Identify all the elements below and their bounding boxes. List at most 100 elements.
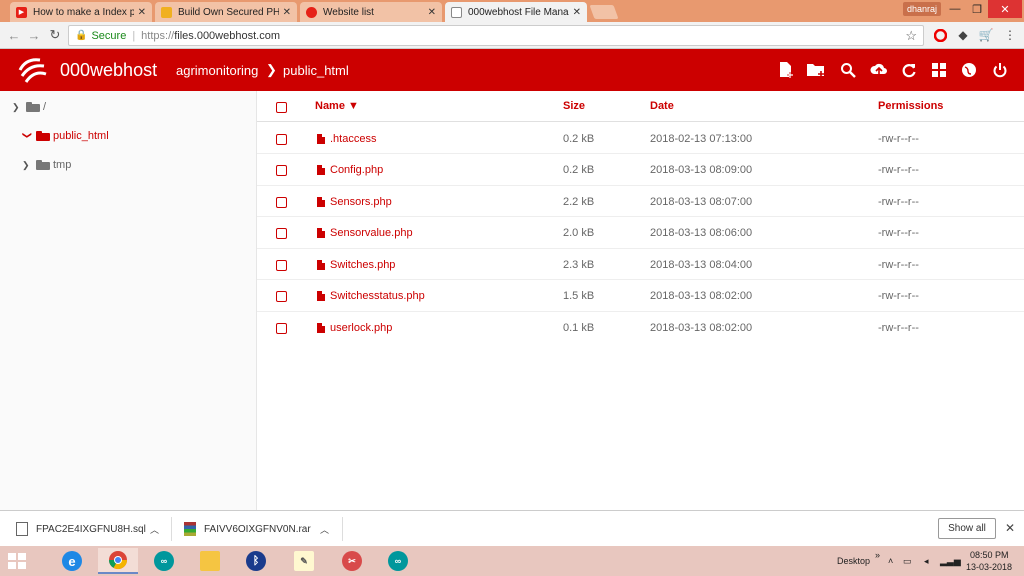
chevron-right-icon[interactable]: »	[875, 550, 880, 560]
chrome-taskbar-icon[interactable]	[98, 548, 138, 574]
clock-time[interactable]: 08:50 PM	[970, 550, 1009, 560]
windows-taskbar: e ∞ ᛒ ✎ ✂ ∞ Desktop » ˄ ▭ ◂ ▂▃▅ 08:50 PM…	[0, 546, 1024, 576]
back-icon[interactable]: ←	[6, 27, 22, 43]
download-item[interactable]: FAIVV6OIXGFNV0N.rar	[184, 511, 311, 547]
divider	[342, 517, 343, 541]
row-checkbox[interactable]	[276, 165, 287, 176]
tray-up-arrow-icon[interactable]: ˄	[888, 556, 893, 566]
upload-icon[interactable]	[869, 60, 889, 80]
tab-title: How to make a Index ph	[33, 6, 134, 18]
file-name-link[interactable]: Sensors.php	[317, 196, 392, 208]
folder-open-icon	[36, 131, 50, 141]
row-checkbox[interactable]	[276, 228, 287, 239]
column-date[interactable]: Date	[650, 100, 674, 112]
file-permissions: -rw-r--r--	[878, 227, 919, 239]
arduino-taskbar-icon[interactable]: ∞	[378, 548, 418, 574]
breadcrumb-root[interactable]: agrimonitoring	[176, 63, 258, 78]
download-item[interactable]: FPAC2E4IXGFNU8H.sql	[16, 511, 146, 547]
file-name-link[interactable]: Config.php	[317, 164, 383, 176]
file-explorer-taskbar-icon[interactable]	[190, 548, 230, 574]
refresh-icon[interactable]	[899, 60, 919, 80]
tab-title: 000webhost File Manage	[468, 6, 569, 18]
chevron-down-icon[interactable]: ❯	[22, 131, 33, 141]
show-all-button[interactable]: Show all	[938, 518, 996, 539]
bookmark-star-icon[interactable]: ☆	[905, 28, 917, 44]
url-input[interactable]: 🔒 Secure | https:// files.000webhost.com…	[68, 25, 924, 46]
tab-build-php[interactable]: Build Own Secured PHP I ✕	[155, 2, 297, 22]
close-tab-icon[interactable]: ✕	[428, 7, 436, 18]
table-row[interactable]: Switches.php 2.3 kB 2018-03-13 08:04:00 …	[257, 249, 1024, 280]
notepad-taskbar-icon[interactable]: ✎	[284, 548, 324, 574]
address-bar: ← → ↻ 🔒 Secure | https:// files.000webho…	[0, 22, 1024, 49]
row-checkbox[interactable]	[276, 133, 287, 145]
volume-icon[interactable]: ◂	[924, 556, 929, 567]
opera-extension-icon[interactable]	[932, 27, 948, 43]
forward-icon[interactable]: →	[26, 27, 42, 43]
tree-item-tmp[interactable]: ❯ tmp	[22, 159, 71, 171]
table-row[interactable]: Switchesstatus.php 1.5 kB 2018-03-13 08:…	[257, 280, 1024, 312]
menu-icon[interactable]: ⋮	[1002, 27, 1018, 43]
ie-taskbar-icon[interactable]: e	[52, 548, 92, 574]
file-name-link[interactable]: Sensorvalue.php	[317, 227, 413, 239]
tab-website-list[interactable]: Website list ✕	[300, 2, 442, 22]
tab-file-manager[interactable]: 000webhost File Manage ✕	[445, 2, 587, 22]
file-name: Switches.php	[330, 258, 396, 271]
file-name: userlock.php	[330, 321, 393, 334]
reload-icon[interactable]: ↻	[47, 27, 63, 43]
table-row[interactable]: Sensors.php 2.2 kB 2018-03-13 08:07:00 -…	[257, 186, 1024, 217]
column-name[interactable]: Name ▼	[315, 100, 359, 112]
file-name-link[interactable]: userlock.php	[317, 322, 392, 334]
file-name-link[interactable]: .htaccess	[317, 133, 376, 145]
new-folder-icon[interactable]	[806, 60, 826, 80]
globe-icon[interactable]	[959, 60, 979, 80]
row-checkbox[interactable]	[276, 291, 287, 302]
cart-extension-icon[interactable]: 🛒	[978, 27, 994, 43]
close-tab-icon[interactable]: ✕	[283, 7, 291, 18]
tab-youtube[interactable]: ▶ How to make a Index ph ✕	[10, 2, 152, 22]
select-all-checkbox[interactable]	[276, 102, 287, 113]
column-permissions[interactable]: Permissions	[878, 100, 943, 112]
file-name-link[interactable]: Switches.php	[317, 259, 395, 271]
clock-date[interactable]: 13-03-2018	[966, 562, 1012, 572]
row-checkbox[interactable]	[276, 322, 287, 334]
search-icon[interactable]	[838, 60, 858, 80]
tree-item-public-html[interactable]: ❯ public_html	[22, 130, 109, 142]
signal-icon[interactable]: ▂▃▅	[940, 556, 961, 567]
breadcrumb-current[interactable]: public_html	[283, 63, 349, 78]
restore-icon[interactable]: ❐	[964, 0, 990, 18]
grid-view-icon[interactable]	[929, 60, 949, 80]
table-row[interactable]: Config.php 0.2 kB 2018-03-13 08:09:00 -r…	[257, 154, 1024, 186]
windows-start-icon[interactable]	[8, 553, 26, 569]
chevron-up-icon[interactable]: ︿	[150, 523, 159, 536]
new-file-icon[interactable]	[776, 60, 796, 80]
bluetooth-taskbar-icon[interactable]: ᛒ	[236, 548, 276, 574]
file-list: Name ▼ Size Date Permissions .htaccess 0…	[257, 91, 1024, 510]
table-row[interactable]: Sensorvalue.php 2.0 kB 2018-03-13 08:06:…	[257, 217, 1024, 249]
close-tab-icon[interactable]: ✕	[138, 7, 146, 18]
close-window-icon[interactable]: ✕	[988, 0, 1022, 18]
table-row[interactable]: .htaccess 0.2 kB 2018-02-13 07:13:00 -rw…	[257, 123, 1024, 154]
desktop-label[interactable]: Desktop	[837, 556, 870, 566]
chevron-down-icon[interactable]: ❯	[12, 102, 22, 113]
table-row[interactable]: userlock.php 0.1 kB 2018-03-13 08:02:00 …	[257, 312, 1024, 344]
brand-name[interactable]: 000webhost	[60, 60, 157, 81]
snipping-tool-taskbar-icon[interactable]: ✂	[332, 548, 372, 574]
file-icon	[16, 522, 28, 536]
network-icon[interactable]: ▭	[903, 556, 912, 567]
eraser-extension-icon[interactable]: ◆	[955, 27, 971, 43]
profile-chip[interactable]: dhanraj	[903, 2, 941, 16]
row-checkbox[interactable]	[276, 196, 287, 208]
power-icon[interactable]	[990, 60, 1010, 80]
row-checkbox[interactable]	[276, 259, 287, 271]
tree-root[interactable]: ❯ /	[12, 101, 46, 113]
close-tab-icon[interactable]: ✕	[573, 7, 581, 18]
close-icon[interactable]: ✕	[1005, 521, 1015, 535]
file-name-link[interactable]: Switchesstatus.php	[317, 290, 425, 302]
arduino-taskbar-icon[interactable]: ∞	[144, 548, 184, 574]
chevron-up-icon[interactable]: ︿	[320, 523, 329, 536]
column-size[interactable]: Size	[563, 100, 585, 112]
chevron-right-icon[interactable]: ❯	[22, 160, 32, 171]
new-tab-button[interactable]	[589, 5, 619, 19]
youtube-icon: ▶	[16, 6, 27, 18]
file-size: 2.3 kB	[563, 258, 595, 271]
